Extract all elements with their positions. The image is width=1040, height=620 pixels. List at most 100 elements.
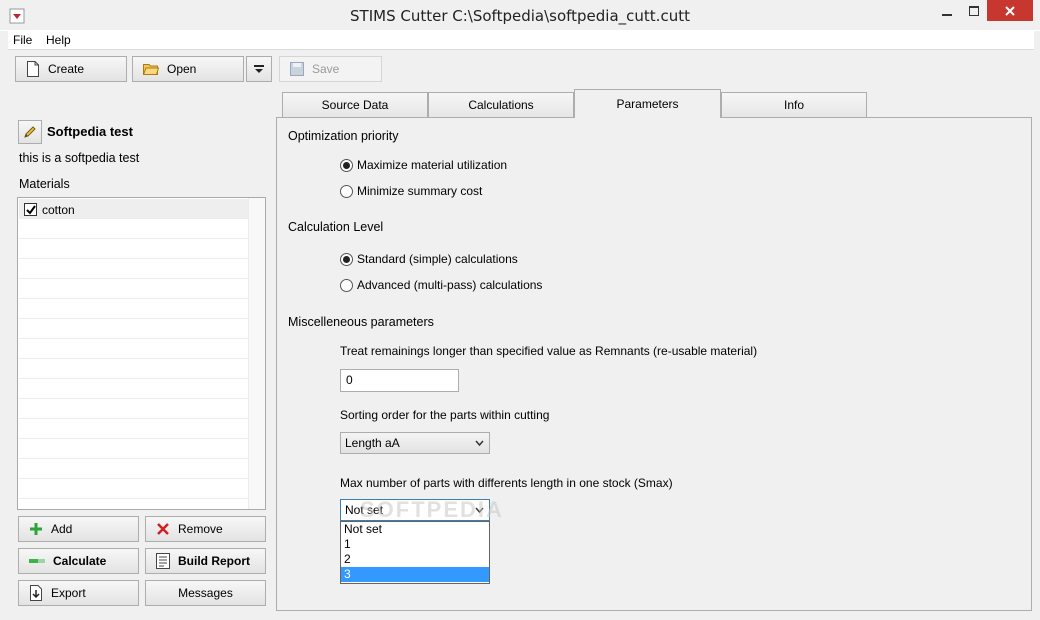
checkmark-icon bbox=[25, 204, 36, 215]
open-label: Open bbox=[167, 62, 197, 76]
dropdown-option[interactable]: 1 bbox=[341, 537, 489, 552]
radio-button[interactable] bbox=[340, 252, 353, 266]
create-label: Create bbox=[48, 62, 85, 76]
radio-label: Advanced (multi-pass) calculations bbox=[357, 278, 543, 292]
remnants-label: Treat remainings longer than specified v… bbox=[340, 344, 758, 358]
add-button[interactable]: Add bbox=[18, 516, 139, 542]
list-item bbox=[19, 339, 265, 359]
calculation-level-heading: Calculation Level bbox=[288, 220, 384, 234]
tab-parameters[interactable]: Parameters bbox=[574, 89, 721, 118]
list-item bbox=[19, 319, 265, 339]
list-scrollbar[interactable] bbox=[248, 198, 265, 509]
tab-info[interactable]: Info bbox=[721, 92, 867, 117]
minimize-icon bbox=[941, 13, 952, 16]
project-name: Softpedia test bbox=[47, 124, 133, 139]
list-item bbox=[19, 239, 265, 259]
tab-label: Parameters bbox=[616, 97, 679, 111]
save-button[interactable]: Save bbox=[279, 56, 382, 82]
tab-label: Calculations bbox=[468, 98, 534, 112]
pencil-icon bbox=[24, 126, 36, 138]
remnants-input[interactable]: 0 bbox=[340, 369, 459, 392]
create-button[interactable]: Create bbox=[15, 56, 127, 82]
tab-source-data[interactable]: Source Data bbox=[282, 92, 428, 117]
list-item bbox=[19, 279, 265, 299]
smax-dropdown-list[interactable]: Not set 1 2 3 bbox=[340, 521, 490, 584]
save-icon bbox=[290, 62, 304, 76]
radio-maximize-utilization[interactable]: Maximize material utilization bbox=[340, 158, 507, 172]
project-description: this is a softpedia test bbox=[19, 151, 140, 165]
dropdown-option[interactable]: Not set bbox=[341, 522, 489, 537]
material-checkbox[interactable] bbox=[24, 203, 37, 216]
radio-standard-calculations[interactable]: Standard (simple) calculations bbox=[340, 252, 518, 266]
radio-button[interactable] bbox=[340, 184, 353, 198]
export-button[interactable]: Export bbox=[18, 580, 139, 606]
list-item bbox=[19, 219, 265, 239]
messages-button[interactable]: Messages bbox=[145, 580, 266, 606]
save-label: Save bbox=[312, 62, 340, 76]
export-icon bbox=[30, 585, 42, 601]
edit-project-button[interactable] bbox=[18, 120, 42, 144]
plus-icon bbox=[30, 523, 42, 535]
list-item bbox=[19, 479, 265, 499]
tab-calculations[interactable]: Calculations bbox=[428, 92, 574, 117]
messages-label: Messages bbox=[178, 586, 233, 600]
smax-label: Max number of parts with differents leng… bbox=[340, 476, 673, 490]
build-report-label: Build Report bbox=[178, 554, 250, 568]
sorting-order-select[interactable]: Length aA bbox=[340, 432, 490, 454]
new-document-icon bbox=[27, 61, 39, 77]
optimization-priority-heading: Optimization priority bbox=[288, 129, 399, 143]
menu-file[interactable]: File bbox=[13, 33, 32, 47]
dropdown-option-highlighted[interactable]: 3 bbox=[341, 567, 489, 582]
add-label: Add bbox=[51, 522, 73, 536]
export-label: Export bbox=[51, 586, 86, 600]
list-item bbox=[19, 259, 265, 279]
list-item bbox=[19, 439, 265, 459]
open-button[interactable]: Open bbox=[132, 56, 244, 82]
remove-label: Remove bbox=[178, 522, 223, 536]
close-button[interactable] bbox=[987, 0, 1033, 21]
minimize-button[interactable] bbox=[933, 0, 960, 21]
sorting-order-value: Length aA bbox=[345, 436, 400, 450]
sorting-order-label: Sorting order for the parts within cutti… bbox=[340, 408, 550, 422]
list-item[interactable]: cotton bbox=[19, 199, 265, 219]
chevron-down-icon bbox=[475, 440, 484, 447]
dropdown-option[interactable]: 2 bbox=[341, 552, 489, 567]
calculate-icon bbox=[29, 559, 45, 563]
maximize-icon bbox=[968, 5, 979, 16]
menu-arrow-icon bbox=[254, 65, 264, 73]
radio-label: Maximize material utilization bbox=[357, 158, 508, 172]
build-report-button[interactable]: Build Report bbox=[145, 548, 266, 574]
radio-selected-dot bbox=[343, 161, 350, 169]
list-item bbox=[19, 379, 265, 399]
calculate-label: Calculate bbox=[53, 554, 107, 568]
close-icon bbox=[1005, 5, 1015, 16]
radio-label: Minimize summary cost bbox=[357, 184, 483, 198]
list-item bbox=[19, 419, 265, 439]
radio-label: Standard (simple) calculations bbox=[357, 252, 518, 266]
list-item bbox=[19, 359, 265, 379]
radio-selected-dot bbox=[343, 255, 350, 263]
radio-advanced-calculations[interactable]: Advanced (multi-pass) calculations bbox=[340, 278, 542, 292]
maximize-button[interactable] bbox=[960, 0, 987, 21]
tab-label: Info bbox=[783, 98, 804, 112]
folder-icon bbox=[143, 64, 159, 75]
watermark: SOFTPEDIA bbox=[360, 497, 504, 522]
list-item bbox=[19, 459, 265, 479]
report-icon bbox=[156, 553, 170, 569]
radio-button[interactable] bbox=[340, 158, 353, 172]
menu-help[interactable]: Help bbox=[46, 33, 71, 47]
remove-button[interactable]: Remove bbox=[145, 516, 266, 542]
radio-minimize-cost[interactable]: Minimize summary cost bbox=[340, 184, 482, 198]
material-name: cotton bbox=[42, 203, 75, 217]
materials-label: Materials bbox=[19, 177, 70, 191]
menu-bar bbox=[8, 31, 1034, 50]
list-item bbox=[19, 299, 265, 319]
list-item bbox=[19, 399, 265, 419]
calculate-button[interactable]: Calculate bbox=[18, 548, 139, 574]
remove-icon bbox=[157, 523, 169, 535]
tab-label: Source Data bbox=[321, 98, 389, 112]
misc-parameters-heading: Miscelleneous parameters bbox=[288, 315, 434, 329]
radio-button[interactable] bbox=[340, 278, 353, 292]
materials-list[interactable]: cotton bbox=[17, 197, 266, 510]
open-dropdown-button[interactable] bbox=[246, 56, 272, 82]
